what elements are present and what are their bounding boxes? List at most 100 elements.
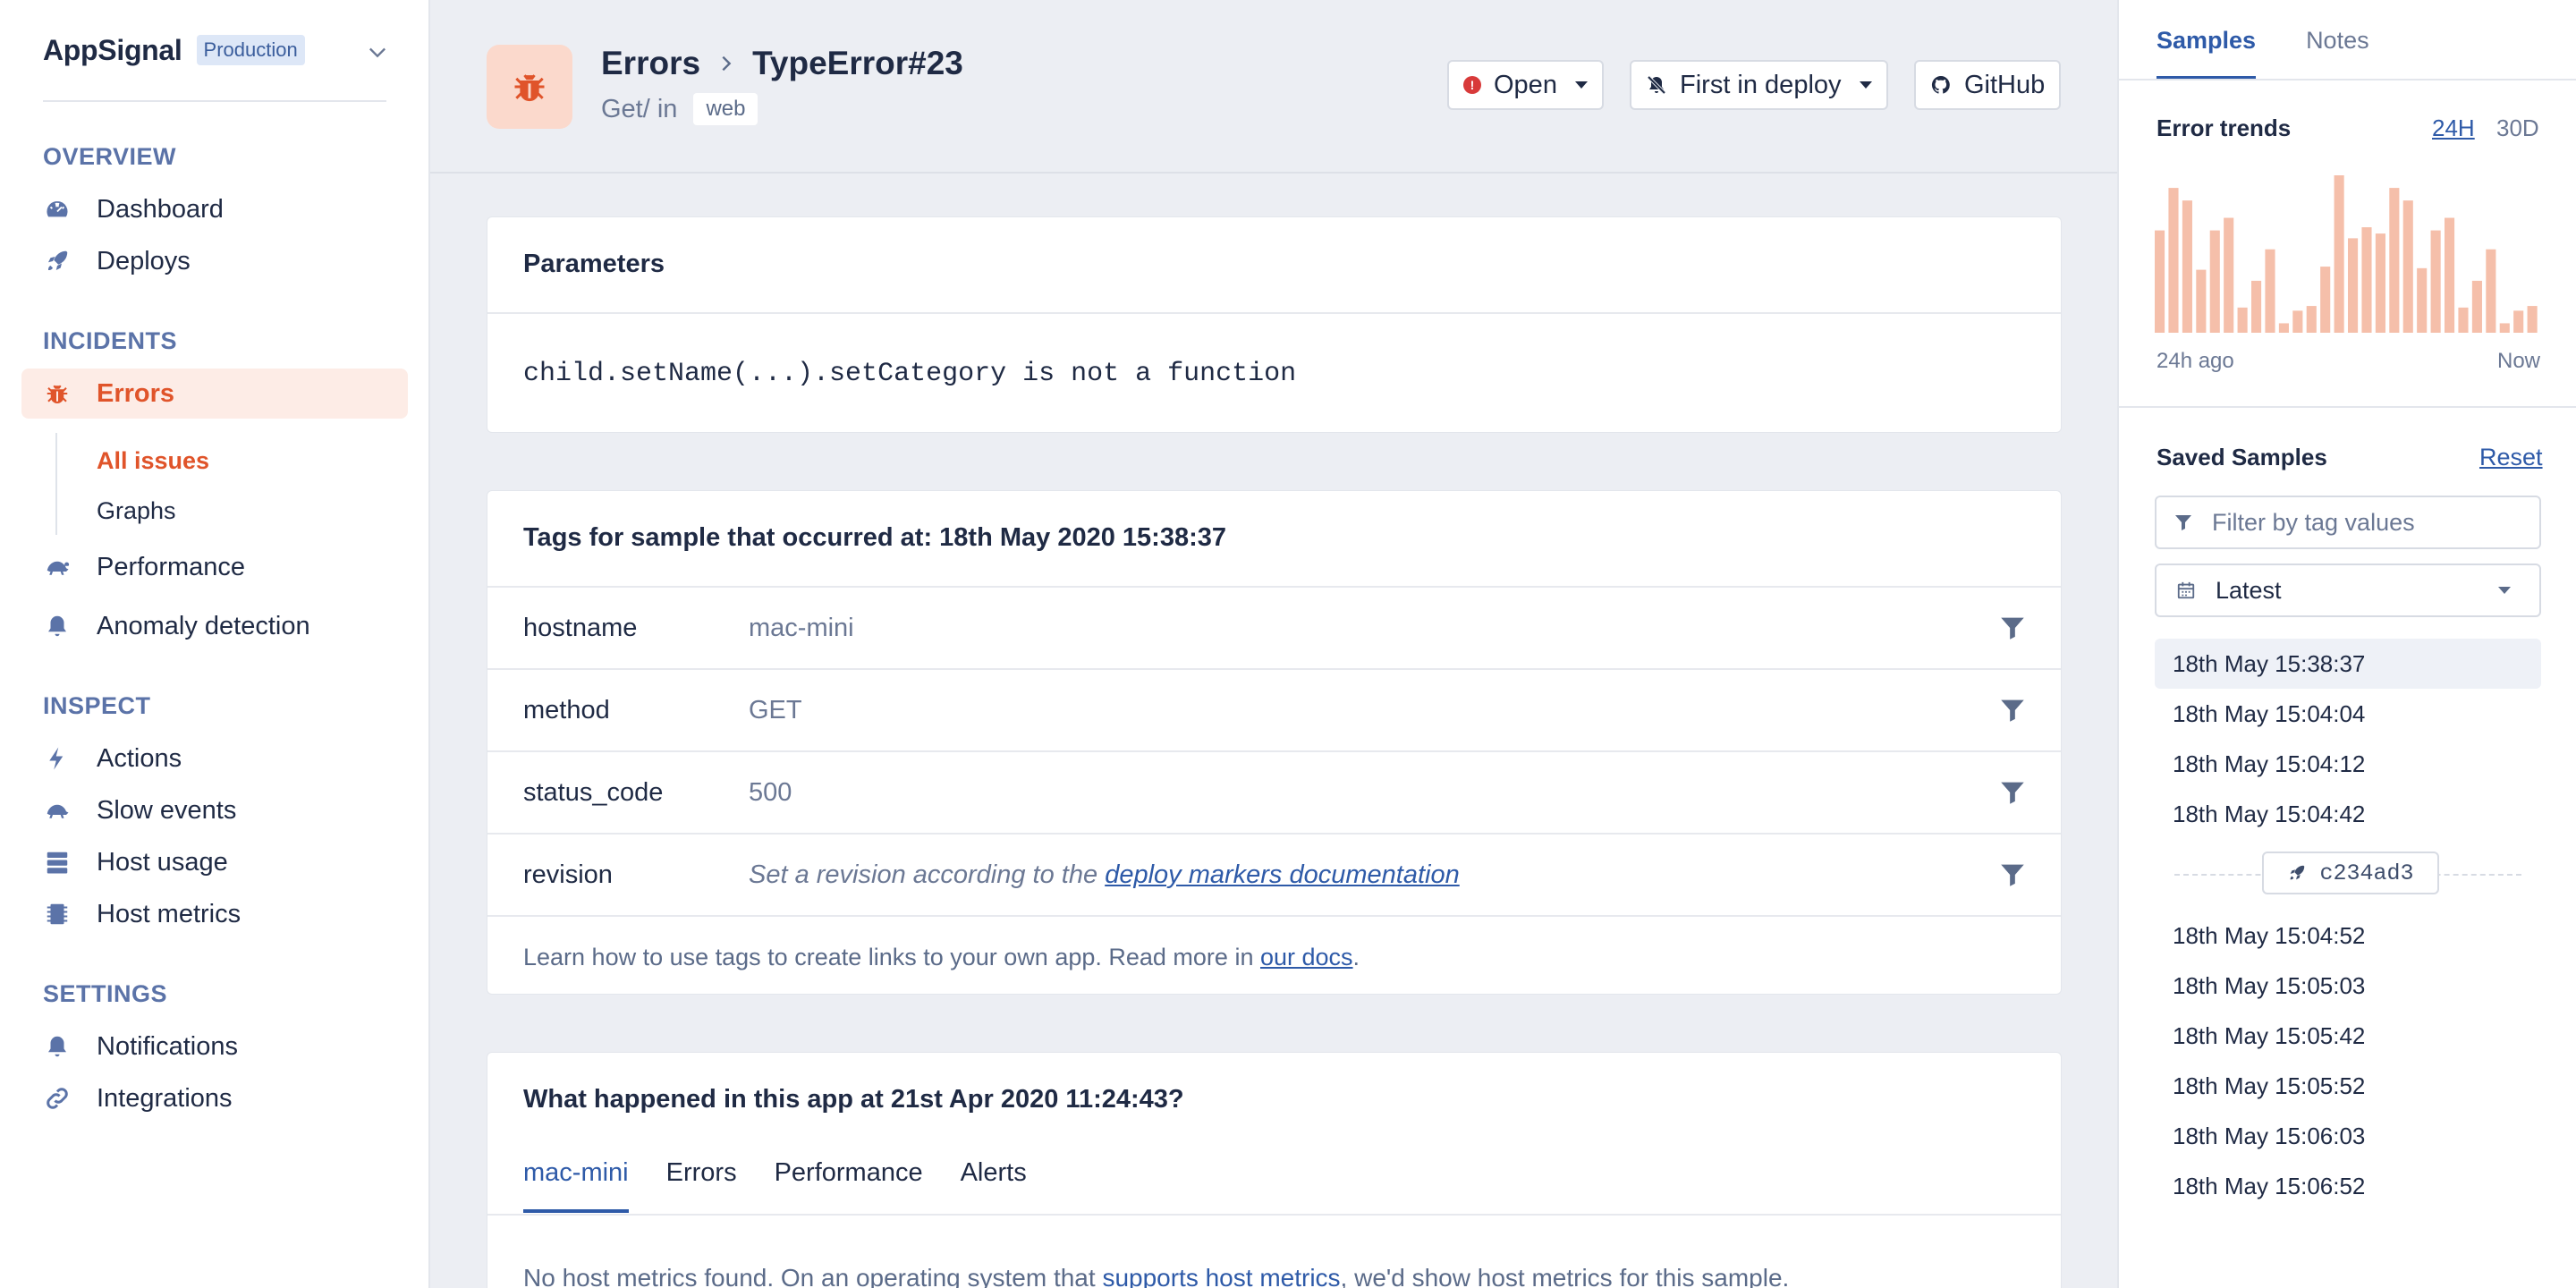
sidebar-item-label: Slow events bbox=[97, 795, 237, 825]
host-message-start: No host metrics found. On an operating s… bbox=[523, 1264, 1096, 1288]
filter-icon[interactable] bbox=[1997, 860, 2028, 890]
host-tabs: mac-mini Errors Performance Alerts bbox=[523, 1158, 1064, 1213]
sidebar-item-notifications[interactable]: Notifications bbox=[21, 1021, 408, 1072]
revision-text: Set a revision according to the bbox=[749, 860, 1098, 889]
sample-item[interactable]: 18th May 15:04:42 bbox=[2155, 789, 2541, 839]
sidebar-item-performance[interactable]: Performance bbox=[21, 542, 408, 592]
tag-value: mac-mini bbox=[749, 613, 854, 642]
sidebar-item-label: Anomaly detection bbox=[97, 611, 310, 640]
deploy-dropdown[interactable]: First in deploy bbox=[1630, 60, 1888, 110]
bell-icon bbox=[43, 612, 72, 640]
sample-item[interactable]: 18th May 15:05:42 bbox=[2155, 1011, 2541, 1061]
reset-button[interactable]: Reset bbox=[2479, 444, 2543, 471]
chart-axis-end: Now bbox=[2496, 349, 2540, 373]
sidebar-item-dashboard[interactable]: Dashboard bbox=[21, 184, 408, 234]
namespace-badge: web bbox=[693, 93, 758, 125]
tag-key: revision bbox=[523, 860, 613, 889]
deploy-markers-link[interactable]: deploy markers documentation bbox=[1105, 860, 1460, 889]
sample-item[interactable]: 18th May 15:06:03 bbox=[2155, 1111, 2541, 1161]
sample-item[interactable]: 18th May 15:06:52 bbox=[2155, 1161, 2541, 1211]
tab-samples[interactable]: Samples bbox=[2157, 27, 2257, 80]
tab-errors[interactable]: Errors bbox=[666, 1158, 737, 1213]
bell-icon bbox=[43, 1032, 72, 1061]
trend-bar bbox=[2334, 175, 2344, 333]
sidebar-item-host-usage[interactable]: Host usage bbox=[21, 837, 408, 887]
trend-bar bbox=[2265, 249, 2275, 333]
trend-bar bbox=[2499, 323, 2510, 333]
sidebar-item-actions[interactable]: Actions bbox=[21, 733, 408, 784]
filter-icon[interactable] bbox=[1997, 777, 2028, 808]
sample-item[interactable]: 18th May 15:38:37 bbox=[2155, 639, 2541, 689]
filter-icon[interactable] bbox=[1997, 613, 2028, 643]
chevron-down-icon[interactable] bbox=[365, 39, 390, 64]
what-happened-card: What happened in this app at 21st Apr 20… bbox=[487, 1052, 2062, 1288]
sample-item[interactable]: 18th May 15:05:03 bbox=[2155, 961, 2541, 1011]
divider bbox=[487, 312, 2061, 314]
sidebar-subitem-all-issues[interactable]: All issues bbox=[97, 447, 209, 475]
sample-item[interactable]: 18th May 15:05:52 bbox=[2155, 1061, 2541, 1111]
sidebar-item-slow-events[interactable]: Slow events bbox=[21, 785, 408, 835]
sample-item[interactable]: 18th May 15:04:04 bbox=[2155, 689, 2541, 739]
sample-item[interactable]: 18th May 15:04:52 bbox=[2155, 911, 2541, 961]
tab-alerts[interactable]: Alerts bbox=[961, 1158, 1027, 1213]
tag-value: Set a revision according to the deploy m… bbox=[749, 860, 1460, 890]
bolt-icon bbox=[43, 744, 72, 773]
link-icon bbox=[43, 1084, 72, 1113]
tag-row: revision Set a revision according to the… bbox=[487, 833, 2061, 915]
sidebar-item-host-metrics[interactable]: Host metrics bbox=[21, 889, 408, 939]
deploy-revision-badge[interactable]: c234ad3 bbox=[2262, 852, 2439, 894]
sidebar-item-deploys[interactable]: Deploys bbox=[21, 236, 408, 286]
sidebar-item-label: Actions bbox=[97, 743, 182, 773]
gauge-icon bbox=[43, 195, 72, 224]
section-settings: SETTINGS bbox=[43, 980, 168, 1007]
server-icon bbox=[43, 848, 72, 877]
tab-notes[interactable]: Notes bbox=[2306, 27, 2369, 80]
trend-bar bbox=[2389, 188, 2400, 333]
sidebar-item-errors[interactable]: Errors bbox=[21, 369, 408, 419]
alert-icon: ! bbox=[1463, 76, 1481, 94]
trend-bar bbox=[2527, 306, 2538, 333]
trend-bar bbox=[2278, 323, 2289, 333]
sidebar-subitem-graphs[interactable]: Graphs bbox=[97, 497, 176, 525]
range-24h[interactable]: 24H bbox=[2432, 114, 2475, 142]
parameters-title: Parameters bbox=[523, 250, 665, 278]
sample-item[interactable]: 18th May 15:04:12 bbox=[2155, 739, 2541, 789]
filter-icon[interactable] bbox=[1997, 695, 2028, 725]
tag-value: 500 bbox=[749, 777, 792, 807]
divider bbox=[2119, 79, 2576, 80]
what-happened-title: What happened in this app at 21st Apr 20… bbox=[523, 1085, 1184, 1114]
sidebar-item-integrations[interactable]: Integrations bbox=[21, 1073, 408, 1123]
tag-filter-input[interactable] bbox=[2212, 508, 2516, 537]
parameters-card: Parameters child.setName(...).setCategor… bbox=[487, 216, 2062, 433]
brand[interactable]: AppSignal Production bbox=[43, 30, 305, 70]
tag-filter-field[interactable] bbox=[2155, 496, 2541, 549]
tab-host[interactable]: mac-mini bbox=[523, 1158, 629, 1213]
action-name: Get/ in bbox=[601, 94, 678, 123]
trend-bar bbox=[2402, 200, 2413, 333]
trend-bar bbox=[2458, 307, 2469, 333]
panel-tabs: Samples Notes bbox=[2157, 27, 2419, 80]
sidebar-item-label: Performance bbox=[97, 552, 246, 581]
breadcrumb-root[interactable]: Errors bbox=[601, 45, 700, 82]
caret-down-icon bbox=[1859, 81, 1872, 89]
section-overview: OVERVIEW bbox=[43, 143, 177, 170]
tab-performance[interactable]: Performance bbox=[775, 1158, 923, 1213]
sample-order-select[interactable]: Latest bbox=[2155, 564, 2541, 617]
sidebar-item-label: Dashboard bbox=[97, 194, 224, 224]
sidebar-item-anomaly-detection[interactable]: Anomaly detection bbox=[21, 601, 408, 651]
filter-icon bbox=[2175, 515, 2191, 530]
deploy-marker: c234ad3 bbox=[2155, 852, 2541, 896]
sidebar-item-label: Errors bbox=[97, 378, 175, 408]
docs-link[interactable]: our docs bbox=[1260, 944, 1353, 970]
host-metrics-link[interactable]: supports host metrics bbox=[1102, 1264, 1340, 1288]
calendar-icon bbox=[2177, 581, 2195, 599]
sidebar-item-label: Deploys bbox=[97, 246, 191, 275]
range-30d[interactable]: 30D bbox=[2496, 114, 2539, 142]
github-label: GitHub bbox=[1964, 70, 2046, 99]
chevron-right-icon bbox=[722, 55, 732, 72]
trend-bar bbox=[2375, 233, 2385, 333]
tag-row: status_code 500 bbox=[487, 750, 2061, 833]
github-button[interactable]: GitHub bbox=[1914, 60, 2062, 110]
section-inspect: INSPECT bbox=[43, 692, 151, 719]
status-dropdown[interactable]: ! Open bbox=[1447, 60, 1604, 110]
